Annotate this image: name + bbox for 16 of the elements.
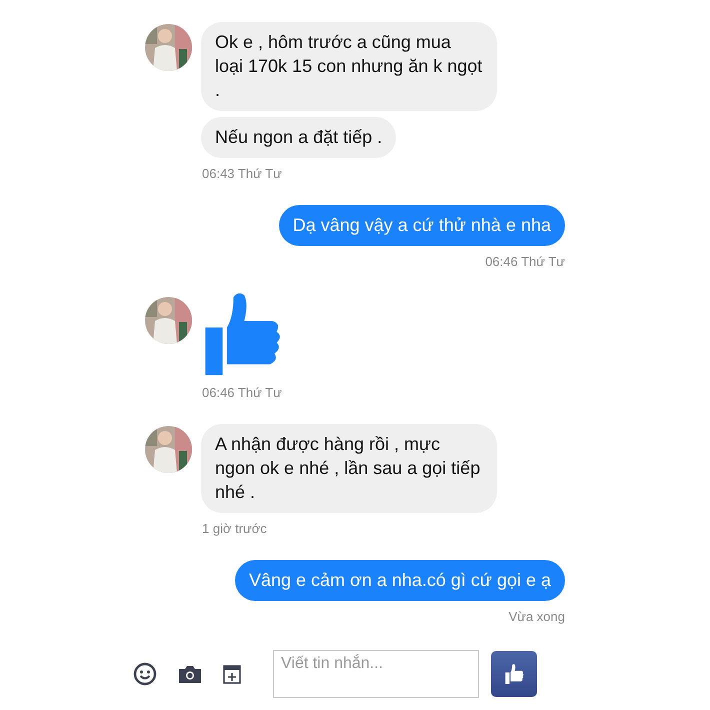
message-bubble: Ok e , hôm trước a cũng mua loại 170k 15 con nhưng ăn k ngọt . <box>201 22 497 111</box>
message-time: 1 giờ trước <box>202 521 267 536</box>
message-time: 06:46 Thứ Tư <box>485 254 565 269</box>
message-bubble: Nếu ngon a đặt tiếp . <box>201 117 396 158</box>
message-time: Vừa xong <box>508 609 565 624</box>
add-sticker-icon[interactable] <box>223 664 241 684</box>
like-button[interactable] <box>491 651 537 697</box>
camera-icon[interactable] <box>179 665 201 683</box>
message-bubble: Vâng e cảm ơn a nha.có gì cứ gọi e ạ <box>234 560 565 601</box>
message-bubble: Dạ vâng vậy a cứ thử nhà e nha <box>278 205 565 246</box>
thumbs-up-icon <box>504 664 524 684</box>
message-time: 06:43 Thứ Tư <box>202 166 282 181</box>
emoji-icon[interactable] <box>133 662 157 686</box>
message-bubble: A nhận được hàng rồi , mực ngon ok e nhé , lần sau a gọi tiếp nhé . <box>201 424 497 513</box>
message-time: 06:46 Thứ Tư <box>202 385 282 400</box>
message-input[interactable]: Viết tin nhắn... <box>273 650 479 698</box>
